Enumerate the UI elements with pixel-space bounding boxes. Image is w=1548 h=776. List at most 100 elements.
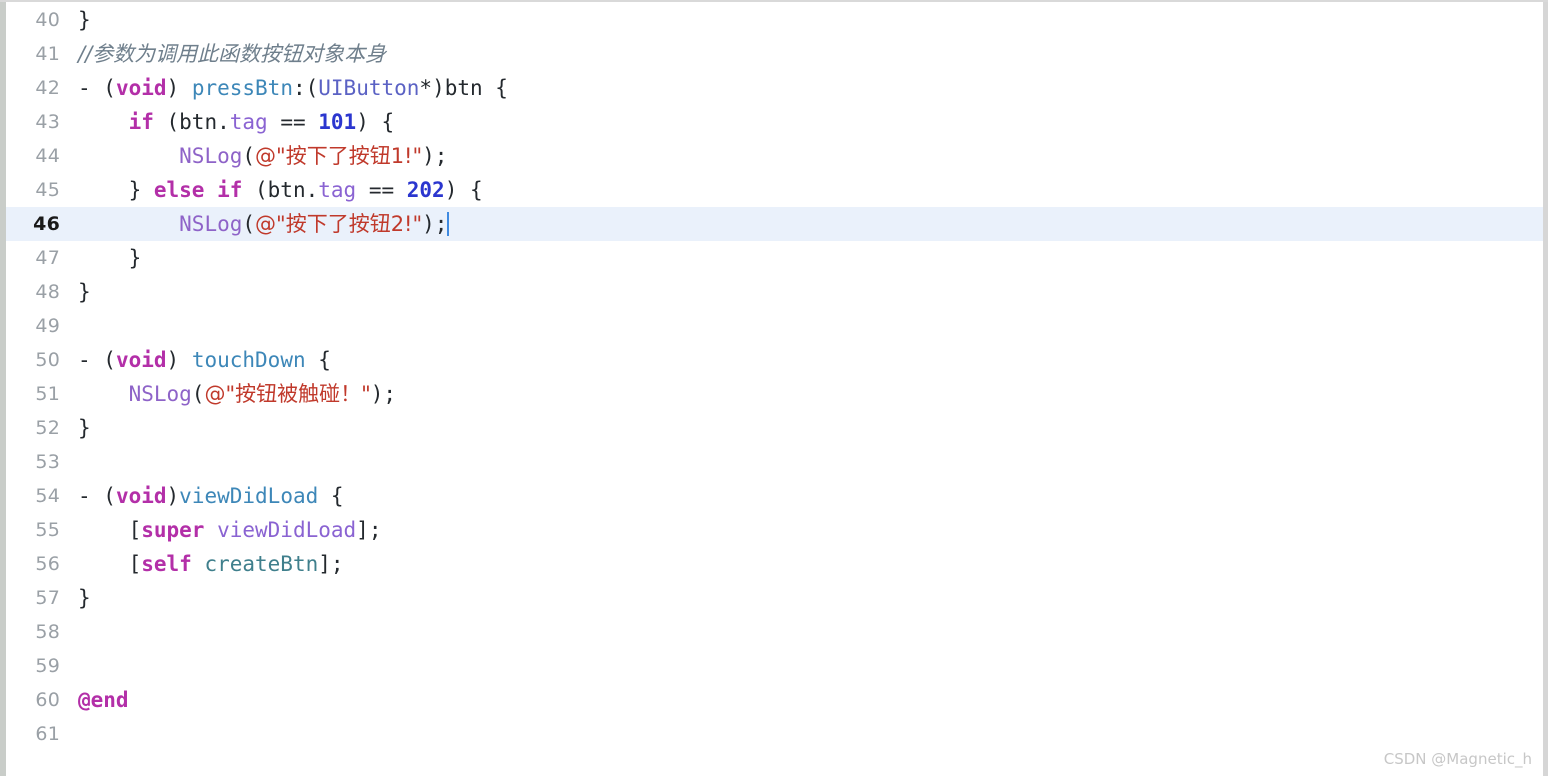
line-content[interactable] bbox=[78, 615, 1548, 649]
line-number: 50 bbox=[35, 349, 60, 371]
code-line[interactable]: 61 bbox=[0, 717, 1548, 751]
line-number: 56 bbox=[35, 553, 60, 575]
line-content[interactable]: } bbox=[78, 241, 1548, 275]
gutter-left-rail bbox=[0, 2, 6, 776]
code-token: } bbox=[78, 280, 91, 304]
code-token: ( bbox=[242, 212, 256, 236]
code-token: @"按下了按钮1!" bbox=[255, 144, 423, 168]
code-line[interactable]: 45 } else if (btn.tag == 202) { bbox=[0, 173, 1548, 207]
code-token: //参数为调用此函数按钮对象本身 bbox=[78, 42, 387, 66]
code-token: *)btn { bbox=[419, 76, 508, 100]
code-token: == bbox=[356, 178, 407, 202]
code-token: } bbox=[78, 416, 91, 440]
code-line[interactable]: 54 - (void)viewDidLoad { bbox=[0, 479, 1548, 513]
code-line[interactable]: 43 if (btn.tag == 101) { bbox=[0, 105, 1548, 139]
code-token: ) bbox=[166, 348, 192, 372]
code-line[interactable]: 58 bbox=[0, 615, 1548, 649]
code-token: NSLog bbox=[128, 382, 192, 406]
code-line[interactable]: 40} bbox=[0, 3, 1548, 37]
line-content[interactable]: NSLog(@"按下了按钮2!"); bbox=[78, 207, 1548, 241]
code-line[interactable]: 57} bbox=[0, 581, 1548, 615]
line-content[interactable] bbox=[78, 717, 1548, 751]
code-token: } bbox=[78, 178, 154, 202]
code-token: ( bbox=[191, 382, 205, 406]
code-token: ); bbox=[422, 212, 448, 236]
line-content[interactable]: [super viewDidLoad]; bbox=[78, 513, 1548, 547]
code-line[interactable]: 51 NSLog(@"按钮被触碰！"); bbox=[0, 377, 1548, 411]
text-caret bbox=[447, 212, 450, 236]
line-content[interactable] bbox=[78, 649, 1548, 683]
code-token: } bbox=[78, 586, 91, 610]
code-line[interactable]: 42 - (void) pressBtn:(UIButton*)btn { bbox=[0, 71, 1548, 105]
code-token: - ( bbox=[78, 76, 116, 100]
line-content[interactable]: if (btn.tag == 101) { bbox=[78, 105, 1548, 139]
line-content[interactable]: NSLog(@"按下了按钮1!"); bbox=[78, 139, 1548, 173]
code-token: tag bbox=[318, 178, 357, 202]
line-number: 46 bbox=[33, 213, 60, 235]
code-token: void bbox=[115, 484, 167, 508]
line-number: 60 bbox=[35, 689, 60, 711]
line-content[interactable] bbox=[78, 445, 1548, 479]
code-line[interactable]: 46 NSLog(@"按下了按钮2!"); bbox=[0, 207, 1548, 241]
code-token: - ( bbox=[78, 348, 116, 372]
line-number: 42 bbox=[35, 77, 60, 99]
code-token: :( bbox=[292, 76, 319, 100]
line-number: 44 bbox=[35, 145, 60, 167]
code-token: UIButton bbox=[318, 76, 420, 100]
code-token: } bbox=[78, 246, 142, 270]
code-line[interactable]: 47 } bbox=[0, 241, 1548, 275]
code-token: { bbox=[318, 484, 344, 508]
line-content[interactable]: - (void)viewDidLoad { bbox=[78, 479, 1548, 513]
line-number: 47 bbox=[35, 247, 60, 269]
code-line[interactable]: 59 bbox=[0, 649, 1548, 683]
code-token: if bbox=[128, 110, 154, 134]
line-number: 45 bbox=[35, 179, 60, 201]
code-line[interactable]: 55 [super viewDidLoad]; bbox=[0, 513, 1548, 547]
line-content[interactable]: } bbox=[78, 3, 1548, 37]
code-token: 202 bbox=[406, 178, 445, 202]
line-content[interactable]: - (void) pressBtn:(UIButton*)btn { bbox=[78, 71, 1548, 105]
code-token: (btn. bbox=[242, 178, 319, 202]
line-content[interactable]: } bbox=[78, 411, 1548, 445]
code-token: } bbox=[78, 8, 91, 32]
code-line[interactable]: 56 [self createBtn]; bbox=[0, 547, 1548, 581]
code-token: ); bbox=[422, 144, 448, 168]
code-line[interactable]: 49 bbox=[0, 309, 1548, 343]
line-content[interactable]: } bbox=[78, 275, 1548, 309]
code-token: ]; bbox=[318, 552, 344, 576]
line-content[interactable]: - (void) touchDown { bbox=[78, 343, 1548, 377]
code-token: ); bbox=[370, 382, 397, 406]
line-number: 52 bbox=[35, 417, 60, 439]
code-surface[interactable]: 40} 41//参数为调用此函数按钮对象本身 42 - (void) pressBtn… bbox=[0, 2, 1548, 776]
csdn-watermark: CSDN @Magnetic_h bbox=[1383, 750, 1532, 768]
code-line[interactable]: 53 bbox=[0, 445, 1548, 479]
line-content[interactable] bbox=[78, 309, 1548, 343]
line-content[interactable]: NSLog(@"按钮被触碰！"); bbox=[78, 377, 1548, 411]
code-token: [ bbox=[78, 552, 142, 576]
code-line[interactable]: 44 NSLog(@"按下了按钮1!"); bbox=[0, 139, 1548, 173]
code-token: tag bbox=[229, 110, 268, 134]
editor-right-rail bbox=[1543, 2, 1548, 776]
code-line[interactable]: 50 - (void) touchDown { bbox=[0, 343, 1548, 377]
code-line[interactable]: 41 //参数为调用此函数按钮对象本身 bbox=[0, 37, 1548, 71]
line-number: 48 bbox=[35, 281, 60, 303]
code-line[interactable]: 60 @end bbox=[0, 683, 1548, 717]
line-number: 53 bbox=[35, 451, 60, 473]
line-content[interactable]: //参数为调用此函数按钮对象本身 bbox=[78, 37, 1548, 71]
code-token: - ( bbox=[78, 484, 116, 508]
line-number: 51 bbox=[35, 383, 60, 405]
code-token: ) bbox=[166, 484, 180, 508]
line-content[interactable]: } bbox=[78, 581, 1548, 615]
code-line[interactable]: 52} bbox=[0, 411, 1548, 445]
line-content[interactable]: [self createBtn]; bbox=[78, 547, 1548, 581]
code-editor[interactable]: 40} 41//参数为调用此函数按钮对象本身 42 - (void) pressBtn… bbox=[0, 0, 1548, 776]
line-content[interactable]: } else if (btn.tag == 202) { bbox=[78, 173, 1548, 207]
line-content[interactable]: @end bbox=[78, 683, 1548, 717]
code-token: [ bbox=[78, 518, 142, 542]
code-line[interactable]: 48} bbox=[0, 275, 1548, 309]
code-token: void bbox=[115, 348, 167, 372]
